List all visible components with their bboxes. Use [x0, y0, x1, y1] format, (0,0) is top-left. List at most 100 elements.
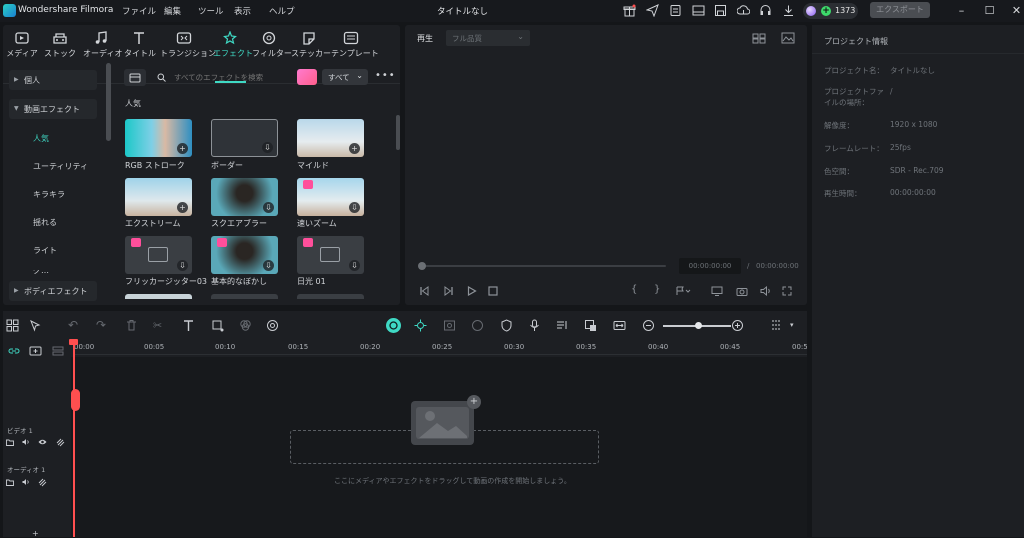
- sidebar-group-personal[interactable]: ▶ 個人: [9, 70, 97, 90]
- premium-gem-icon[interactable]: [297, 69, 317, 85]
- grid-scrollbar[interactable]: [396, 115, 400, 150]
- maximize-icon[interactable]: ☐: [983, 4, 996, 17]
- display-icon[interactable]: [711, 286, 723, 296]
- fit-width-icon[interactable]: [613, 319, 626, 332]
- volume-icon[interactable]: [760, 286, 772, 296]
- quality-select[interactable]: フル品質 ⌄: [446, 30, 530, 46]
- effect-card-rgb-stroke[interactable]: +: [125, 119, 192, 157]
- lock-icon[interactable]: [38, 478, 47, 487]
- credits-badge[interactable]: + 1373: [803, 3, 858, 19]
- effect-card-fast-zoom[interactable]: ⇩: [297, 178, 364, 216]
- sidebar-group-body-effects[interactable]: ▶ ボディエフェクト: [9, 281, 97, 301]
- ai-audio-icon[interactable]: [386, 318, 401, 333]
- headset-icon[interactable]: [759, 4, 772, 17]
- play-frame-icon[interactable]: [443, 286, 454, 296]
- filter-select[interactable]: すべて ⌄: [322, 69, 368, 85]
- layout-icon[interactable]: [692, 4, 705, 17]
- tab-media[interactable]: メディア: [6, 31, 38, 59]
- previous-frame-icon[interactable]: [419, 286, 430, 296]
- fullscreen-icon[interactable]: [782, 286, 792, 296]
- sidebar-scrollbar[interactable]: [106, 63, 111, 141]
- stabilize-icon[interactable]: [414, 319, 427, 332]
- sidebar-item-light[interactable]: ライト: [33, 245, 57, 256]
- effect-card-square-blur[interactable]: ⇩: [211, 178, 278, 216]
- track-view-icon[interactable]: [770, 319, 783, 332]
- camera-snapshot-icon[interactable]: [736, 286, 748, 296]
- microphone-icon[interactable]: [528, 319, 541, 332]
- effect-card-partial[interactable]: [297, 294, 364, 299]
- sidebar-group-video-effects[interactable]: ▼ 動画エフェクト: [9, 99, 97, 119]
- menu-help[interactable]: ヘルプ: [269, 5, 295, 17]
- volume-icon[interactable]: [22, 438, 30, 446]
- text-tool-icon[interactable]: [182, 319, 195, 332]
- tab-filters[interactable]: フィルター: [252, 31, 292, 59]
- effect-card-border[interactable]: ⇩: [211, 119, 278, 157]
- keyframe-icon[interactable]: [471, 319, 484, 332]
- cut-icon[interactable]: ✂: [153, 319, 166, 332]
- playhead-handle[interactable]: [69, 339, 78, 345]
- sidebar-item-sparkle[interactable]: キラキラ: [33, 189, 65, 200]
- scrubber-handle[interactable]: [418, 262, 426, 270]
- export-button[interactable]: エクスポート: [870, 2, 930, 18]
- tab-stickers[interactable]: ステッカー: [291, 31, 331, 59]
- playhead-scissors-icon[interactable]: [71, 389, 80, 411]
- save-icon[interactable]: [714, 4, 727, 17]
- link-icon[interactable]: [8, 346, 20, 356]
- cloud-upload-icon[interactable]: [737, 4, 750, 17]
- snapshot-image-icon[interactable]: [781, 32, 795, 44]
- menu-file[interactable]: ファイル: [122, 5, 156, 17]
- add-media-icon[interactable]: +: [467, 395, 481, 409]
- play-icon[interactable]: [466, 286, 477, 296]
- store-icon[interactable]: [124, 69, 146, 86]
- grid-view-icon[interactable]: [752, 33, 766, 44]
- sidebar-item-utility[interactable]: ユーティリティ: [33, 161, 88, 172]
- tab-title[interactable]: タイトル: [124, 31, 156, 59]
- undo-icon[interactable]: ↶: [68, 319, 81, 332]
- menu-edit[interactable]: 編集: [164, 5, 181, 17]
- replace-icon[interactable]: [584, 319, 597, 332]
- stop-icon[interactable]: [488, 286, 498, 296]
- speed-icon[interactable]: [266, 319, 279, 332]
- more-options-icon[interactable]: •••: [375, 70, 396, 81]
- effect-card-partial[interactable]: [125, 294, 192, 299]
- sidebar-item-shake[interactable]: 揺れる: [33, 217, 57, 228]
- sidebar-item-popular[interactable]: 人気: [33, 133, 49, 144]
- notes-icon[interactable]: [669, 4, 682, 17]
- crop-icon[interactable]: [211, 319, 224, 332]
- volume-icon[interactable]: [22, 478, 30, 486]
- add-track-icon[interactable]: [29, 346, 42, 356]
- delete-icon[interactable]: [125, 319, 138, 332]
- eye-icon[interactable]: [38, 438, 47, 446]
- effect-card-extreme[interactable]: +: [125, 178, 192, 216]
- effect-card-partial[interactable]: [211, 294, 278, 299]
- playhead[interactable]: [73, 341, 75, 537]
- download-icon[interactable]: [782, 4, 795, 17]
- tab-transition[interactable]: トランジション: [160, 31, 216, 59]
- tab-stock[interactable]: ストック: [44, 31, 76, 59]
- zoom-slider-handle[interactable]: [695, 322, 702, 329]
- chevron-down-icon[interactable]: ▾: [790, 319, 803, 332]
- audio-list-icon[interactable]: [556, 319, 569, 332]
- tab-audio[interactable]: オーディオ: [83, 31, 122, 59]
- marker-dropdown-icon[interactable]: [675, 286, 691, 296]
- zoom-in-icon[interactable]: [731, 319, 744, 332]
- tab-playback[interactable]: 再生: [417, 33, 433, 44]
- sidebar-item-partial[interactable]: グ…: [33, 270, 49, 276]
- select-tool-icon[interactable]: [29, 319, 42, 332]
- folder-icon[interactable]: [6, 438, 14, 446]
- color-icon[interactable]: [239, 319, 252, 332]
- redo-icon[interactable]: ↷: [96, 319, 109, 332]
- mask-icon[interactable]: [443, 319, 456, 332]
- lock-icon[interactable]: [56, 438, 65, 447]
- effect-card-mild[interactable]: +: [297, 119, 364, 157]
- effect-card-basic-blur[interactable]: ⇩: [211, 236, 278, 274]
- send-icon[interactable]: [646, 4, 659, 17]
- minimize-icon[interactable]: –: [955, 4, 968, 17]
- gift-icon[interactable]: [623, 4, 636, 17]
- close-icon[interactable]: ✕: [1010, 4, 1023, 17]
- effect-card-flicker-jitter[interactable]: ⇩: [125, 236, 192, 274]
- zoom-out-icon[interactable]: [642, 319, 655, 332]
- tab-templates[interactable]: テンプレート: [331, 31, 379, 59]
- search-input[interactable]: [174, 73, 284, 82]
- mark-in-icon[interactable]: {: [631, 284, 637, 295]
